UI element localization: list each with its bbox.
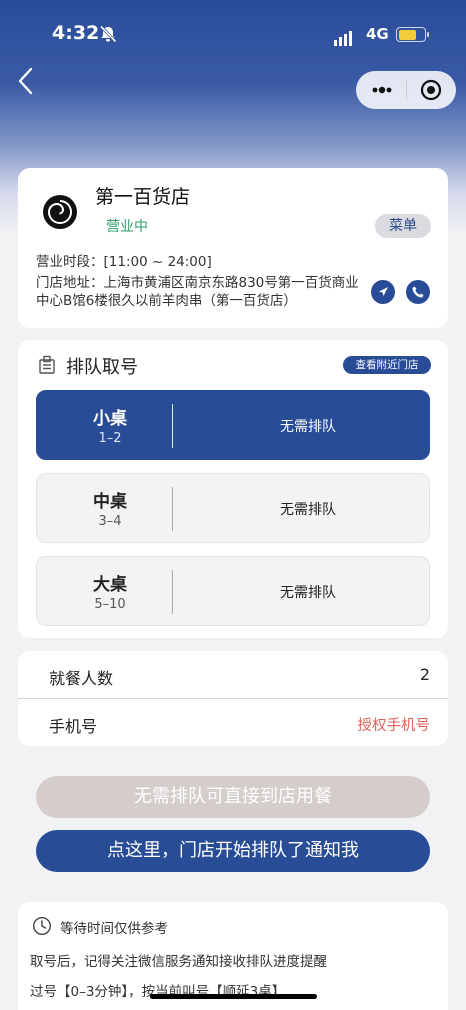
queue-title: 排队取号	[66, 357, 138, 378]
diners-count-value[interactable]: 2	[420, 665, 430, 684]
direct-dine-button[interactable]: 无需排队可直接到店用餐	[36, 776, 430, 818]
table-option-small[interactable]: 小桌 1–2 无需排队	[36, 390, 430, 460]
store-card: 第一百货店 营业中 菜单 营业时段：[11:00 ~ 24:00] 门店地址：上…	[18, 168, 448, 328]
bell-muted-icon	[99, 25, 117, 43]
table-size: 1–2	[98, 431, 122, 446]
phone-icon	[412, 286, 424, 298]
network-type: 4G	[366, 25, 389, 43]
call-button[interactable]	[406, 280, 430, 304]
diners-count-label: 就餐人数	[49, 669, 114, 688]
table-name: 大桌	[93, 575, 127, 595]
notify-me-button[interactable]: 点这里，门店开始排队了通知我	[36, 830, 430, 872]
authorize-phone-link[interactable]: 授权手机号	[358, 714, 431, 735]
navigation-arrow-icon	[379, 287, 388, 296]
table-queue-status: 无需排队	[280, 502, 336, 518]
store-name: 第一百货店	[95, 186, 191, 208]
phone-label: 手机号	[49, 717, 98, 736]
status-bar: 4:32 4G	[0, 0, 466, 62]
table-option-medium[interactable]: 中桌 3–4 无需排队	[36, 473, 430, 543]
booking-form-card: 就餐人数 2 手机号 授权手机号	[18, 651, 448, 746]
clock-icon	[32, 916, 52, 936]
battery-icon	[396, 27, 429, 42]
table-size: 5–10	[94, 597, 126, 612]
signal-icon	[334, 27, 354, 46]
store-open-status: 营业中	[106, 219, 148, 235]
table-name: 中桌	[93, 492, 127, 512]
phone-row: 手机号 授权手机号	[18, 699, 448, 746]
more-icon[interactable]	[370, 82, 394, 98]
navigation-button[interactable]	[371, 280, 395, 304]
queue-card: 排队取号 查看附近门店 小桌 1–2 无需排队 中桌 3–4 无需排队 大桌 5…	[18, 340, 448, 638]
table-divider	[172, 487, 173, 531]
miniprogram-capsule	[356, 71, 456, 109]
capsule-divider	[406, 81, 407, 99]
notes-line: 取号后，记得关注微信服务通知接收排队进度提醒	[30, 954, 327, 970]
table-option-large[interactable]: 大桌 5–10 无需排队	[36, 556, 430, 626]
table-queue-status: 无需排队	[280, 585, 336, 601]
store-logo	[43, 195, 77, 229]
table-queue-status: 无需排队	[280, 419, 336, 435]
business-hours: 营业时段：[11:00 ~ 24:00]	[36, 254, 212, 270]
status-time: 4:32	[52, 22, 100, 44]
diners-count-row[interactable]: 就餐人数 2	[18, 651, 448, 698]
close-miniprogram-icon[interactable]	[420, 79, 442, 101]
menu-button[interactable]: 菜单	[375, 214, 431, 238]
table-size: 3–4	[98, 514, 122, 529]
table-divider	[172, 404, 173, 448]
nearby-stores-button[interactable]: 查看附近门店	[343, 356, 431, 374]
back-button[interactable]	[14, 62, 42, 100]
ticket-machine-icon	[39, 355, 55, 374]
notes-title: 等待时间仅供参考	[60, 921, 168, 937]
table-divider	[172, 570, 173, 614]
store-address: 门店地址：上海市黄浦区南京东路830号第一百货商业中心B馆6楼很久以前羊肉串（第…	[36, 275, 359, 309]
table-name: 小桌	[93, 409, 127, 429]
home-indicator[interactable]	[150, 994, 317, 999]
